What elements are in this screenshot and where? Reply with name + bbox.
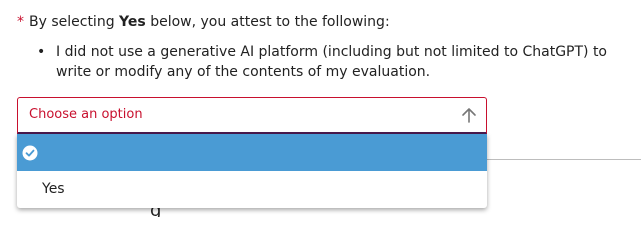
check-circle-icon <box>22 145 38 161</box>
list-item: • I did not use a generative AI platform… <box>37 42 628 82</box>
required-marker: * <box>17 14 24 30</box>
select-dropdown-menu: Yes <box>17 134 487 208</box>
attestation-select[interactable]: Choose an option <box>17 97 487 135</box>
select-placeholder: Choose an option <box>29 107 143 122</box>
bullet-marker: • <box>37 44 46 60</box>
attestation-list: • I did not use a generative AI platform… <box>37 42 628 82</box>
question-emphasis: Yes <box>119 14 146 30</box>
option-label: Yes <box>42 181 65 197</box>
question-text-before: By selecting <box>29 14 115 30</box>
question-text-after: below, you attest to the following: <box>150 14 390 30</box>
option-empty[interactable] <box>17 134 487 171</box>
section-divider <box>487 159 641 160</box>
option-yes[interactable]: Yes <box>17 171 487 208</box>
list-item-text: I did not use a generative AI platform (… <box>56 44 607 80</box>
question-label: * By selecting Yes below, you attest to t… <box>17 12 390 32</box>
attestation-form: * By selecting Yes below, you attest to t… <box>0 0 641 226</box>
arrow-up-icon <box>462 108 476 123</box>
